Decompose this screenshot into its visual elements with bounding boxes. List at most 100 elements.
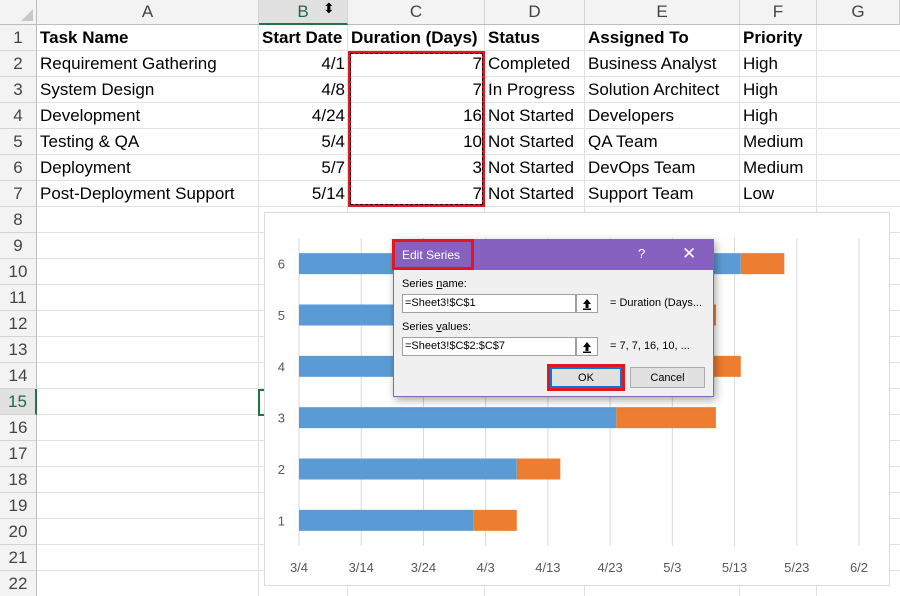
y-tick-label: 4: [278, 359, 285, 374]
row-header-18[interactable]: 18: [0, 467, 37, 493]
row-header-1[interactable]: 1: [0, 25, 37, 51]
column-header-a[interactable]: A: [37, 0, 259, 25]
x-tick-label: 5/3: [663, 560, 681, 575]
column-header-c[interactable]: C: [348, 0, 485, 25]
column-header-e[interactable]: E: [585, 0, 740, 25]
close-icon[interactable]: ✕: [682, 244, 696, 264]
cell-status[interactable]: Not Started: [485, 181, 585, 207]
cell-task[interactable]: Testing & QA: [37, 129, 259, 155]
cell-task[interactable]: Post-Deployment Support: [37, 181, 259, 207]
column-select-cursor-icon: ⬍: [323, 0, 335, 16]
cell-priority[interactable]: Low: [740, 181, 817, 207]
cell-priority[interactable]: High: [740, 51, 817, 77]
cell-status[interactable]: Completed: [485, 51, 585, 77]
bar-duration: [473, 509, 517, 531]
cancel-button[interactable]: Cancel: [630, 367, 705, 388]
x-tick-label: 3/4: [290, 560, 308, 575]
y-tick-label: 3: [278, 411, 285, 426]
row-header-6[interactable]: 6: [0, 155, 37, 181]
row-header-19[interactable]: 19: [0, 493, 37, 519]
cell-task[interactable]: Development: [37, 103, 259, 129]
row-header-13[interactable]: 13: [0, 337, 37, 363]
x-tick-label: 4/3: [477, 560, 495, 575]
column-header-g[interactable]: G: [817, 0, 900, 25]
row-header-5[interactable]: 5: [0, 129, 37, 155]
row-header-8[interactable]: 8: [0, 207, 37, 233]
row-header-3[interactable]: 3: [0, 77, 37, 103]
cell-status[interactable]: Not Started: [485, 103, 585, 129]
bar-duration: [616, 407, 716, 429]
row-header-20[interactable]: 20: [0, 519, 37, 545]
row-header-21[interactable]: 21: [0, 545, 37, 571]
duration-range-highlight: [348, 51, 485, 207]
series-name-input[interactable]: =Sheet3!$C$1: [402, 294, 576, 313]
bar-duration: [740, 253, 785, 275]
row-header-15[interactable]: 15: [0, 389, 37, 415]
header-cell-duration[interactable]: Duration (Days): [348, 25, 485, 51]
cell-task[interactable]: Deployment: [37, 155, 259, 181]
ok-highlight-box: [547, 364, 625, 391]
y-tick-label: 2: [278, 462, 285, 477]
bar-start-offset: [299, 509, 474, 531]
series-values-label: Series values:: [402, 321, 472, 333]
row-header-4[interactable]: 4: [0, 103, 37, 129]
x-tick-label: 5/13: [722, 560, 747, 575]
row-header-2[interactable]: 2: [0, 51, 37, 77]
x-tick-label: 4/13: [535, 560, 560, 575]
cell-priority[interactable]: Medium: [740, 155, 817, 181]
row-header-14[interactable]: 14: [0, 363, 37, 389]
cell-assigned[interactable]: Support Team: [585, 181, 740, 207]
cell-assigned[interactable]: Developers: [585, 103, 740, 129]
cell-start[interactable]: 4/24: [259, 103, 348, 129]
select-all-corner[interactable]: [0, 0, 37, 25]
series-name-preview: = Duration (Days...: [610, 297, 703, 309]
series-values-collapse-button[interactable]: [576, 337, 598, 356]
help-icon[interactable]: ?: [638, 246, 645, 261]
series-name-collapse-button[interactable]: [576, 294, 598, 313]
row-header-16[interactable]: 16: [0, 415, 37, 441]
cell-status[interactable]: Not Started: [485, 155, 585, 181]
row-header-17[interactable]: 17: [0, 441, 37, 467]
dialog-titlebar[interactable]: Edit Series ? ✕: [392, 239, 713, 270]
header-cell-priority[interactable]: Priority: [740, 25, 817, 51]
cell-start[interactable]: 4/1: [259, 51, 348, 77]
cell-start[interactable]: 5/14: [259, 181, 348, 207]
row-header-22[interactable]: 22: [0, 571, 37, 596]
cell-start[interactable]: 5/4: [259, 129, 348, 155]
header-cell-status[interactable]: Status: [485, 25, 585, 51]
row-header-7[interactable]: 7: [0, 181, 37, 207]
cell-status[interactable]: In Progress: [485, 77, 585, 103]
column-header-d[interactable]: D: [485, 0, 585, 25]
row-header-10[interactable]: 10: [0, 259, 37, 285]
column-header-f[interactable]: F: [740, 0, 817, 25]
bar-start-offset: [299, 458, 517, 480]
cell-assigned[interactable]: DevOps Team: [585, 155, 740, 181]
cell-start[interactable]: 4/8: [259, 77, 348, 103]
header-cell-task-name[interactable]: Task Name: [37, 25, 259, 51]
x-tick-label: 3/24: [411, 560, 436, 575]
row-header-9[interactable]: 9: [0, 233, 37, 259]
cell-assigned[interactable]: Business Analyst: [585, 51, 740, 77]
cell-task[interactable]: Requirement Gathering: [37, 51, 259, 77]
cell-priority[interactable]: High: [740, 77, 817, 103]
cell-task[interactable]: System Design: [37, 77, 259, 103]
row-header-12[interactable]: 12: [0, 311, 37, 337]
cell-priority[interactable]: Medium: [740, 129, 817, 155]
cell-priority[interactable]: High: [740, 103, 817, 129]
y-tick-label: 6: [278, 257, 285, 272]
bar-duration: [516, 458, 561, 480]
header-cell-start-date[interactable]: Start Date: [259, 25, 348, 51]
x-tick-label: 5/23: [784, 560, 809, 575]
row-header-11[interactable]: 11: [0, 285, 37, 311]
series-values-input[interactable]: =Sheet3!$C$2:$C$7: [402, 337, 576, 356]
cell-start[interactable]: 5/7: [259, 155, 348, 181]
cell-status[interactable]: Not Started: [485, 129, 585, 155]
edit-series-dialog: Edit Series ? ✕ Series name: =Sheet3!$C$…: [392, 239, 714, 397]
series-values-preview: = 7, 7, 16, 10, ...: [610, 340, 690, 352]
x-tick-label: 6/2: [850, 560, 868, 575]
cell-assigned[interactable]: Solution Architect: [585, 77, 740, 103]
collapse-arrow-icon: [583, 341, 591, 353]
header-cell-assigned-to[interactable]: Assigned To: [585, 25, 740, 51]
cell-assigned[interactable]: QA Team: [585, 129, 740, 155]
y-tick-label: 5: [278, 308, 285, 323]
